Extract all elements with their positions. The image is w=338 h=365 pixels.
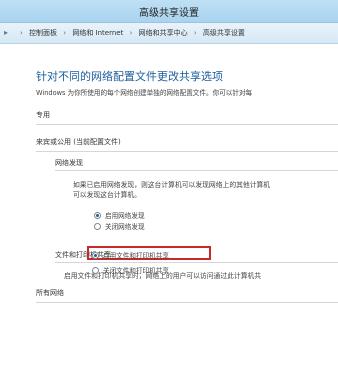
breadcrumb-network-internet[interactable]: 网络和 Internet [72, 29, 123, 37]
radio-label: 关闭网络发现 [105, 223, 145, 231]
breadcrumb-control-panel[interactable]: 控制面板 [29, 29, 57, 37]
chevron-right-icon: › [129, 29, 133, 37]
address-bar[interactable]: ▸ › 控制面板 › 网络和 Internet › 网络和共享中心 › 高级共享… [0, 23, 338, 44]
chevron-right-icon: › [193, 29, 197, 37]
profile-all-networks[interactable]: 所有网络 [36, 288, 64, 298]
network-discovery-desc-line2: 可以发现这台计算机。 [73, 191, 141, 199]
network-discovery-title: 网络发现 [55, 159, 83, 167]
network-folder-icon: ▸ [4, 28, 9, 37]
radio-label: 关闭文件和打印机共享 [103, 267, 169, 275]
chevron-right-icon: › [63, 29, 67, 37]
radio-enable-file-printer-sharing[interactable]: 启用文件和打印机共享 [92, 250, 169, 260]
divider [36, 302, 338, 303]
title-bar: 高级共享设置 [0, 0, 338, 23]
radio-button[interactable] [94, 222, 101, 230]
radio-label: 启用文件和打印机共享 [103, 252, 169, 260]
radio-enable-network-discovery[interactable]: 启用网络发现 [94, 210, 145, 220]
chevron-right-icon: › [20, 29, 23, 37]
breadcrumb: › 控制面板 › 网络和 Internet › 网络和共享中心 › 高级共享设置 [16, 28, 245, 38]
divider [55, 170, 338, 171]
page-heading: 针对不同的网络配置文件更改共享选项 [36, 70, 223, 83]
profile-guest-public[interactable]: 来宾或公用 (当前配置文件) [36, 137, 121, 147]
radio-button[interactable] [94, 211, 101, 219]
breadcrumb-network-sharing-center[interactable]: 网络和共享中心 [139, 29, 188, 37]
radio-button[interactable] [92, 251, 99, 259]
breadcrumb-advanced-sharing[interactable]: 高级共享设置 [203, 29, 245, 37]
divider [55, 262, 338, 263]
radio-label: 启用网络发现 [105, 212, 145, 220]
divider [36, 124, 338, 125]
radio-button[interactable] [92, 266, 99, 274]
window-title: 高级共享设置 [139, 8, 199, 19]
radio-disable-file-printer-sharing[interactable]: 关闭文件和打印机共享 [92, 265, 169, 275]
divider [36, 151, 338, 152]
page-description: Windows 为你所使用的每个网络创建单独的网络配置文件。你可以针对每 [36, 89, 253, 97]
network-discovery-desc-line1: 如果已启用网络发现，则这台计算机可以发现网络上的其他计算机 [73, 181, 271, 189]
main-content: 针对不同的网络配置文件更改共享选项 Windows 为你所使用的每个网络创建单独… [0, 44, 338, 365]
profile-private[interactable]: 专用 [36, 110, 50, 120]
radio-disable-network-discovery[interactable]: 关闭网络发现 [94, 221, 145, 231]
